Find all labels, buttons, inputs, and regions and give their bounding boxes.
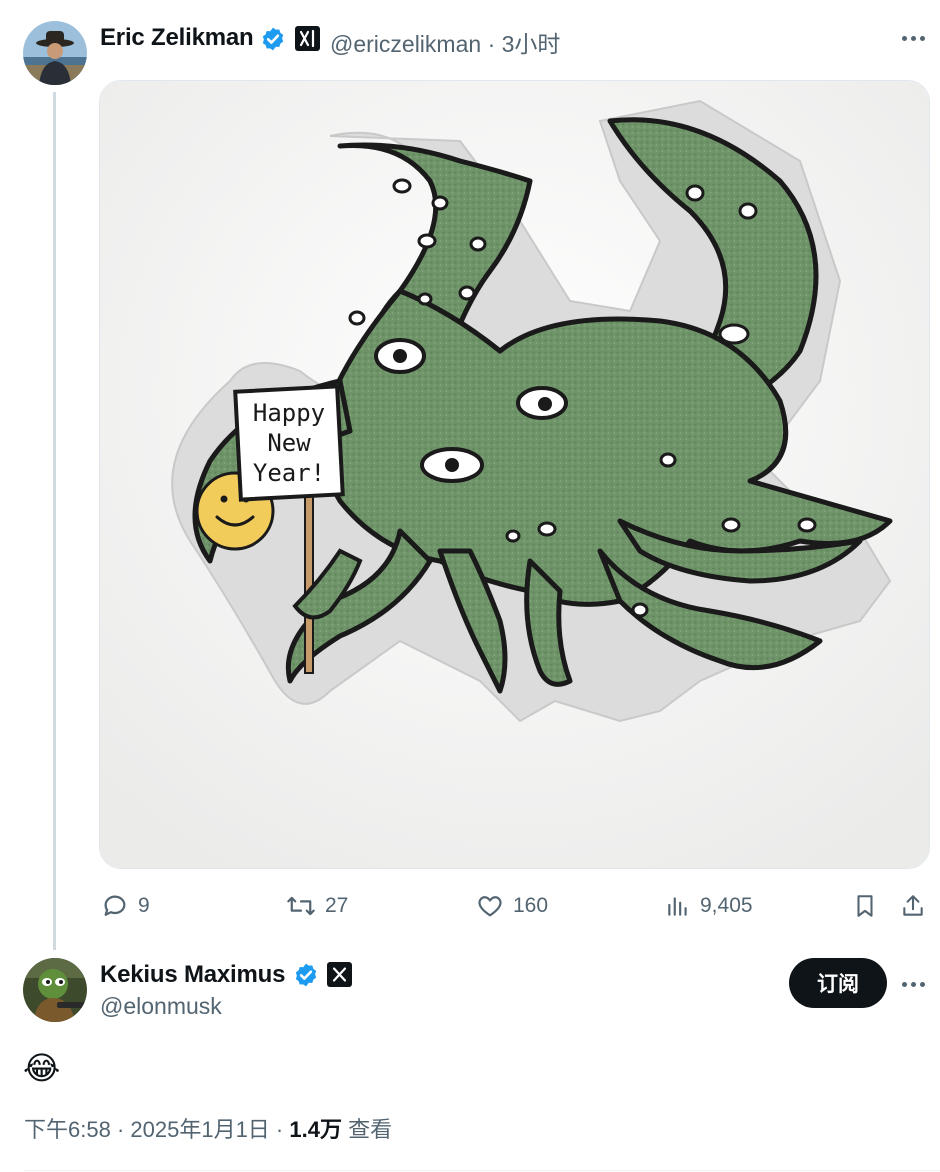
- more-options-icon[interactable]: [902, 36, 925, 41]
- heart-icon: [478, 896, 502, 917]
- sign-line-1: Happy: [253, 399, 325, 427]
- meta-separator-1: ·: [110, 1117, 131, 1142]
- views-label: 查看: [341, 1117, 393, 1142]
- avatar-eric-zelikman[interactable]: [23, 21, 87, 85]
- analytics-icon: [668, 897, 687, 916]
- avatar-kekius-maximus[interactable]: [23, 958, 87, 1022]
- like-count: 160: [513, 894, 549, 917]
- thread-connector-line: [53, 92, 56, 950]
- retweet-icon: [287, 896, 315, 916]
- separator-dot: ·: [487, 31, 496, 57]
- reply-icon: [104, 895, 126, 916]
- x-logo-icon[interactable]: [327, 962, 352, 987]
- subscribe-button[interactable]: 订阅: [789, 958, 887, 1008]
- author-name[interactable]: Eric Zelikman: [100, 24, 254, 52]
- xai-logo-icon[interactable]: [295, 26, 320, 51]
- meta-separator-2: ·: [269, 1117, 290, 1142]
- post-date[interactable]: 2025年1月1日: [130, 1117, 269, 1142]
- divider: [24, 1170, 940, 1171]
- reply-author-handle[interactable]: @elonmusk: [100, 993, 222, 1020]
- tweet-time[interactable]: 3小时: [502, 31, 561, 57]
- sign-line-2: New: [267, 429, 311, 457]
- reply-author-name[interactable]: Kekius Maximus: [100, 961, 285, 989]
- verified-badge-icon: [260, 26, 286, 52]
- views-button[interactable]: 9,405: [665, 892, 753, 920]
- bookmark-icon: [857, 895, 873, 917]
- like-button[interactable]: 160: [476, 892, 548, 920]
- reply-text: 😂: [23, 1049, 61, 1087]
- reply-count: 9: [138, 894, 150, 917]
- post-time[interactable]: 下午6:58: [24, 1117, 111, 1142]
- bookmark-button[interactable]: [852, 892, 878, 920]
- tweet-meta: 下午6:58 · 2025年1月1日 · 1.4万 查看: [24, 1112, 392, 1144]
- retweet-count: 27: [325, 894, 349, 917]
- retweet-button[interactable]: 27: [286, 892, 348, 920]
- reply-more-options-icon[interactable]: [902, 982, 925, 987]
- share-button[interactable]: [900, 892, 926, 920]
- tweet-handle-time[interactable]: @ericzelikman · 3小时: [330, 25, 560, 59]
- views-count: 1.4万: [289, 1117, 342, 1142]
- reply-button[interactable]: 9: [101, 892, 150, 920]
- tweet-media-image[interactable]: Happy New Year!: [99, 80, 930, 869]
- view-count: 9,405: [700, 894, 753, 917]
- author-handle[interactable]: @ericzelikman: [330, 31, 481, 57]
- reply-verified-badge-icon: [293, 962, 319, 988]
- share-icon: [903, 895, 923, 916]
- sign-line-3: Year!: [253, 459, 325, 487]
